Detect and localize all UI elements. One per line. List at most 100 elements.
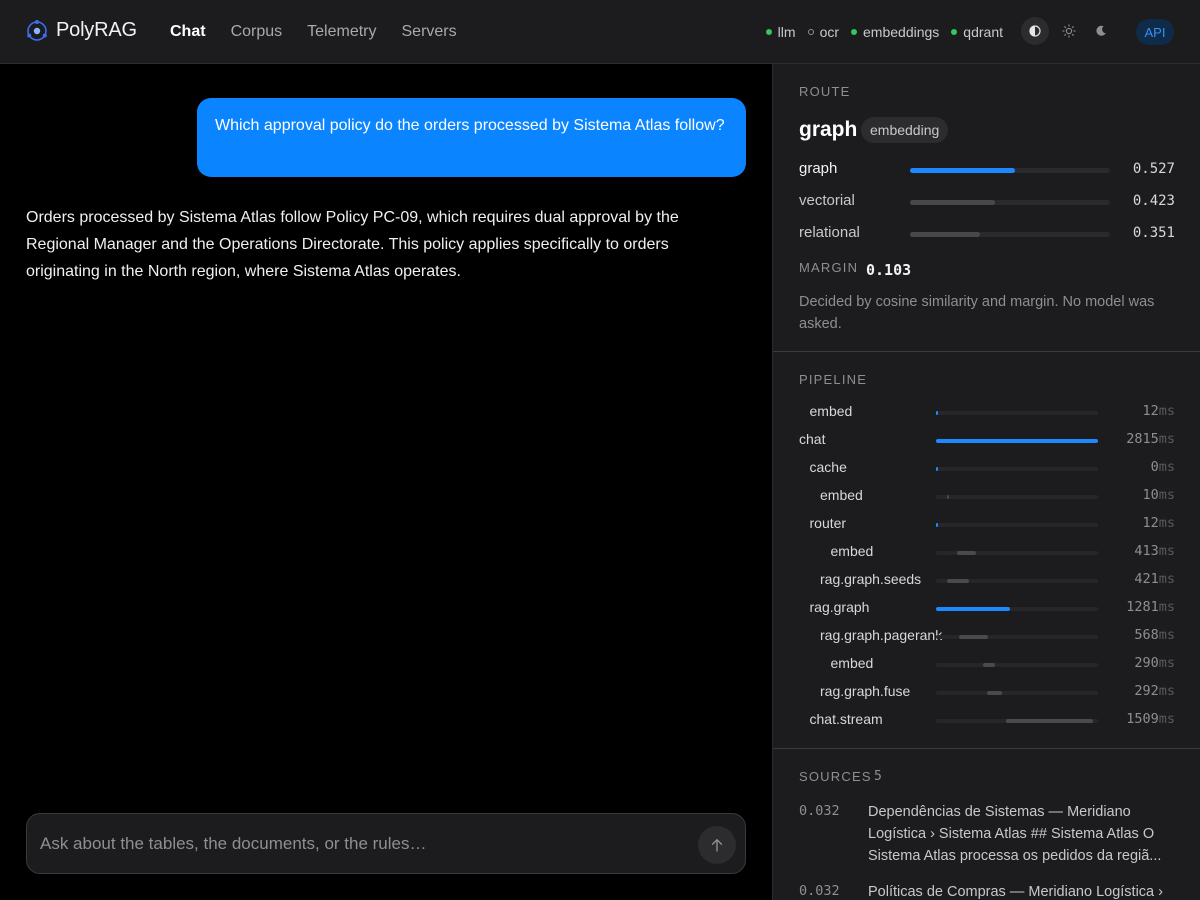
composer	[26, 813, 746, 874]
pipeline-span-ms-value: 413	[1134, 543, 1159, 559]
pipeline-span-label: embed	[830, 655, 874, 671]
route-score-bar	[910, 168, 1016, 173]
pipeline-span-row: rag.graph.fuse 292ms	[773, 682, 1200, 702]
pipeline-span-bar	[946, 495, 949, 499]
pipeline-span-track	[936, 467, 1098, 471]
pipeline-span-label: cache	[809, 459, 847, 475]
contrast-icon	[1029, 25, 1041, 37]
status-dot-up	[951, 29, 958, 35]
pipeline-section-title: PIPELINE	[799, 372, 868, 387]
source-text: Políticas de Compras — Meridiano Logísti…	[868, 884, 1163, 900]
pipeline-span-duration: 12ms	[1142, 515, 1175, 531]
divider	[773, 748, 1200, 749]
pipeline-span-track	[936, 607, 1098, 611]
service-status: llm ocr embeddings qdrant	[754, 24, 1003, 40]
status-llm: llm	[765, 24, 796, 40]
pipeline-span-label: embed	[809, 403, 853, 419]
pipeline-span-row: embed 12ms	[773, 402, 1200, 422]
pipeline-span-ms-value: 1281	[1126, 599, 1159, 615]
status-qdrant: qdrant	[951, 24, 1003, 40]
inspector-panel: ROUTE graph embedding graph 0.527 vectoria…	[772, 64, 1200, 900]
pipeline-span-bar	[936, 523, 938, 527]
api-button[interactable]: API	[1136, 19, 1174, 45]
pipeline-span-track	[936, 579, 1098, 583]
pipeline-unit: ms	[1158, 431, 1175, 447]
pipeline-span-duration: 568ms	[1134, 627, 1175, 643]
theme-contrast-button[interactable]	[1021, 17, 1049, 45]
arrow-up-icon	[711, 839, 723, 852]
pipeline-span-duration: 10ms	[1142, 487, 1175, 503]
pipeline-unit: ms	[1158, 403, 1175, 419]
margin-value: 0.103	[866, 261, 912, 279]
pipeline-span-bar	[959, 635, 988, 639]
pipeline-span-bar	[987, 691, 1003, 695]
route-score-track	[910, 232, 1110, 237]
pipeline-span-ms-value: 568	[1134, 627, 1159, 643]
pipeline-span-track	[936, 495, 1098, 499]
source-score: 0.032	[799, 883, 840, 899]
pipeline-span-ms-value: 0	[1150, 459, 1159, 475]
top-bar: PolyRAG Chat Corpus Telemetry Servers ll…	[0, 0, 1200, 64]
pipeline-span-ms-value: 1509	[1126, 711, 1159, 727]
pipeline-unit: ms	[1158, 599, 1175, 615]
pipeline-unit: ms	[1158, 571, 1175, 587]
pipeline-span-track	[936, 523, 1098, 527]
pipeline-span-bar	[936, 467, 938, 471]
pipeline-span-track	[936, 635, 1098, 639]
theme-dark-button[interactable]	[1087, 17, 1115, 45]
pipeline-span-ms-value: 12	[1142, 515, 1159, 531]
pipeline-span-label: embed	[820, 487, 863, 503]
status-ocr: ocr	[807, 24, 839, 40]
route-note: Decided by cosine similarity and margin.…	[799, 294, 1155, 332]
pipeline-span-track	[936, 411, 1098, 415]
nav-servers[interactable]: Servers	[402, 23, 457, 41]
pipeline-span-bar	[936, 411, 938, 415]
chat-input[interactable]	[27, 814, 687, 873]
status-dot-down	[807, 29, 814, 35]
pipeline-unit: ms	[1158, 543, 1175, 559]
polyrag-logo-icon	[27, 20, 47, 41]
route-score-value: 0.351	[1132, 225, 1175, 241]
pipeline-span-label: chat	[799, 431, 826, 447]
pipeline-span-row: chat 2815ms	[773, 430, 1200, 450]
route-name: graph	[799, 118, 858, 141]
pipeline-span-track	[936, 439, 1098, 443]
pipeline-span-duration: 12ms	[1142, 403, 1175, 419]
status-embeddings: embeddings	[851, 24, 939, 40]
status-dot-up	[851, 29, 858, 35]
pipeline-span-duration: 413ms	[1134, 543, 1175, 559]
route-score-label: vectorial	[799, 192, 855, 209]
pipeline-span-bar	[1006, 719, 1094, 723]
route-score-label: graph	[799, 160, 838, 177]
pipeline-span-ms-value: 10	[1142, 487, 1159, 503]
route-score-label: relational	[799, 224, 860, 241]
route-score-track	[910, 200, 1110, 205]
pipeline-span-label: chat.stream	[809, 711, 883, 727]
nav-chat[interactable]: Chat	[170, 23, 206, 41]
pipeline-span-ms-value: 292	[1134, 683, 1159, 699]
pipeline-unit: ms	[1158, 487, 1175, 503]
send-button[interactable]	[698, 826, 736, 864]
pipeline-span-bar	[982, 663, 996, 667]
theme-light-button[interactable]	[1055, 17, 1083, 45]
status-dot-up	[765, 29, 772, 35]
pipeline-unit: ms	[1158, 655, 1175, 671]
pipeline-span-duration: 2815ms	[1126, 431, 1175, 447]
pipeline-span-ms-value: 12	[1142, 403, 1159, 419]
source-score: 0.032	[799, 803, 840, 819]
nav-telemetry[interactable]: Telemetry	[307, 23, 376, 41]
moon-icon	[1096, 25, 1106, 36]
pipeline-span-row: rag.graph.pagerank 568ms	[773, 626, 1200, 646]
route-score-row: relational 0.351	[799, 224, 1175, 244]
nav-corpus[interactable]: Corpus	[231, 23, 283, 41]
pipeline-span-duration: 1281ms	[1126, 599, 1175, 615]
pipeline-span-track	[936, 719, 1098, 723]
route-section-title: ROUTE	[799, 84, 851, 99]
pipeline-span-row: rag.graph.seeds 421ms	[773, 570, 1200, 590]
pipeline-span-row: embed 10ms	[773, 486, 1200, 506]
sources-count: 5	[874, 769, 883, 784]
pipeline-span-duration: 292ms	[1134, 683, 1175, 699]
pipeline-span-duration: 1509ms	[1126, 711, 1175, 727]
pipeline-span-ms-value: 2815	[1126, 431, 1159, 447]
main-nav: Chat Corpus Telemetry Servers	[170, 23, 482, 41]
